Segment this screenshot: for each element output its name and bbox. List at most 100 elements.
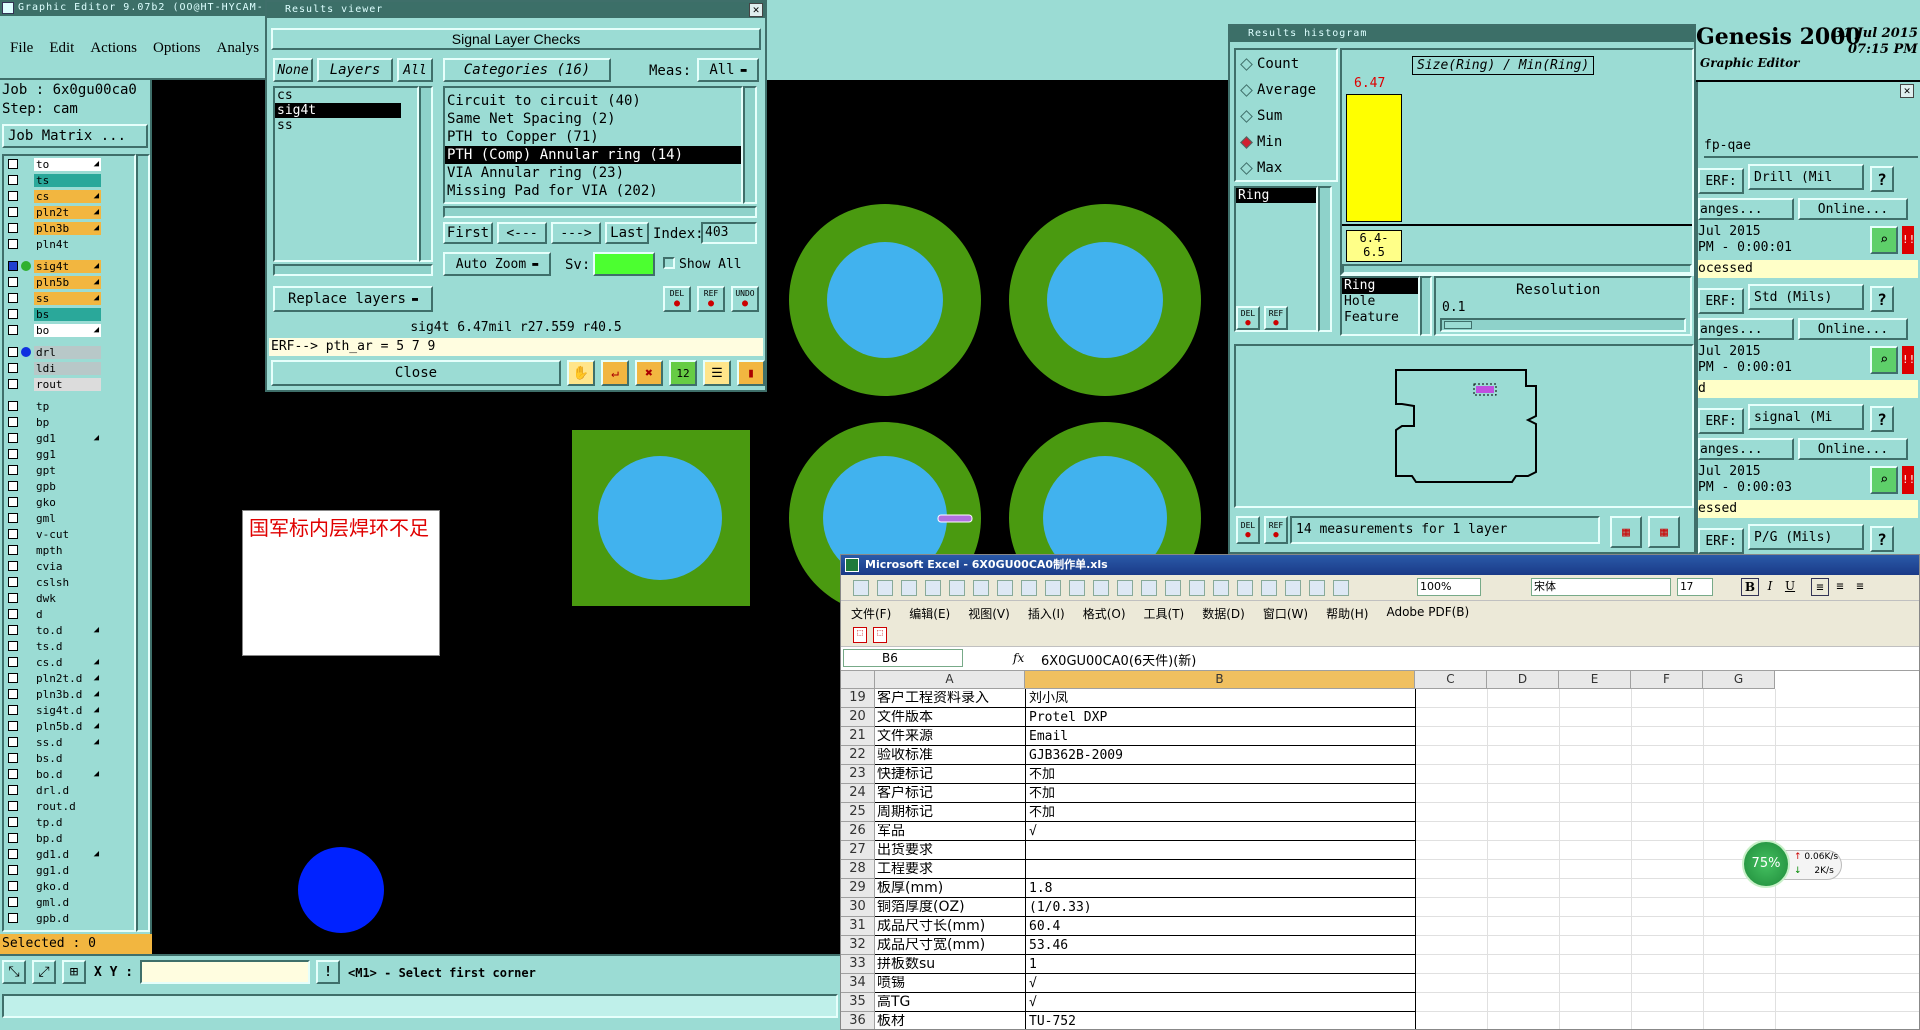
excel-menu-item[interactable]: 视图(V) bbox=[968, 605, 1010, 622]
row-header[interactable]: 23 bbox=[841, 765, 875, 784]
category-list[interactable]: Circuit to circuit (40) Same Net Spacing … bbox=[443, 86, 743, 204]
hand-icon[interactable]: ✋ bbox=[567, 360, 595, 386]
cell-b[interactable]: √ bbox=[1029, 824, 1409, 839]
align-right-icon[interactable]: ≡ bbox=[1851, 578, 1869, 596]
category-item[interactable]: VIA Annular ring (23) bbox=[445, 164, 741, 182]
excel-menu-item[interactable]: 帮助(H) bbox=[1326, 605, 1368, 622]
meas-dropdown[interactable]: All ▬ bbox=[697, 58, 759, 82]
layer-result-hscrollbar[interactable] bbox=[273, 264, 433, 276]
option-count[interactable]: Count bbox=[1240, 56, 1299, 72]
cut-icon[interactable] bbox=[1069, 580, 1085, 596]
help-icon[interactable]: ? bbox=[1870, 166, 1894, 192]
erf-dropdown[interactable]: Drill (Mil bbox=[1748, 164, 1864, 190]
hyperlink-icon[interactable] bbox=[1213, 580, 1229, 596]
fp-close-icon[interactable]: ✕ bbox=[1900, 84, 1914, 98]
option-sum[interactable]: Sum bbox=[1240, 108, 1282, 124]
cell-b[interactable]: Email bbox=[1029, 729, 1409, 744]
column-header[interactable]: B bbox=[1025, 671, 1415, 689]
option-min[interactable]: Min bbox=[1240, 134, 1282, 150]
cell-a[interactable]: 成品尺寸宽(mm) bbox=[877, 938, 1023, 953]
excel-menu-item[interactable]: 编辑(E) bbox=[909, 605, 950, 622]
cell-b[interactable]: TU-752 bbox=[1029, 1014, 1409, 1029]
option-max[interactable]: Max bbox=[1240, 160, 1282, 176]
align-left-icon[interactable]: ≡ bbox=[1811, 578, 1829, 596]
ref-button[interactable]: REF ● bbox=[697, 286, 725, 312]
excel-menu-item[interactable]: 数据(D) bbox=[1202, 605, 1245, 622]
cell-a[interactable]: 工程要求 bbox=[877, 862, 1023, 877]
category-item[interactable]: Missing Pad for VIA (202) bbox=[445, 182, 741, 200]
help-icon[interactable]: ? bbox=[1870, 406, 1894, 432]
type-list-scrollbar[interactable] bbox=[1420, 276, 1432, 336]
categories-button[interactable]: Categories (16) bbox=[443, 58, 611, 82]
open-icon[interactable] bbox=[877, 580, 893, 596]
cell-b[interactable]: (1/0.33) bbox=[1029, 900, 1409, 915]
zoom-icon[interactable]: ⌕ bbox=[1870, 346, 1898, 374]
row-header[interactable]: 27 bbox=[841, 841, 875, 860]
format-painter-icon[interactable] bbox=[1141, 580, 1157, 596]
research-icon[interactable] bbox=[1045, 580, 1061, 596]
histogram-item-scrollbar[interactable] bbox=[1318, 186, 1332, 332]
row-header[interactable]: 22 bbox=[841, 746, 875, 765]
cell-a[interactable]: 铜箔厚度(OZ) bbox=[877, 900, 1023, 915]
row-header[interactable]: 24 bbox=[841, 784, 875, 803]
row-header[interactable]: 34 bbox=[841, 974, 875, 993]
hist-del-button-2[interactable]: DEL ● bbox=[1236, 516, 1260, 544]
pdf-icon[interactable]: ⬚ bbox=[853, 627, 867, 643]
permission-icon[interactable] bbox=[925, 580, 941, 596]
layer-result-item[interactable]: ss bbox=[275, 118, 401, 133]
excel-menu-item[interactable]: 格式(O) bbox=[1083, 605, 1126, 622]
select-all-corner[interactable] bbox=[841, 671, 875, 689]
row-header[interactable]: 32 bbox=[841, 936, 875, 955]
cell-a[interactable]: 军品 bbox=[877, 824, 1023, 839]
layers-button[interactable]: Layers bbox=[317, 58, 393, 82]
save-icon[interactable] bbox=[901, 580, 917, 596]
help-icon[interactable]: ? bbox=[1870, 286, 1894, 312]
copy-icon[interactable] bbox=[1093, 580, 1109, 596]
all-button[interactable]: All bbox=[397, 58, 433, 82]
ranges-button[interactable]: anges... bbox=[1698, 438, 1794, 460]
chart-icon-2[interactable]: ▦ bbox=[1648, 516, 1680, 548]
prev-button[interactable]: <--- bbox=[497, 222, 547, 244]
close-icon[interactable]: ✕ bbox=[749, 3, 763, 17]
zoom-icon[interactable]: ⌕ bbox=[1870, 466, 1898, 494]
row-header[interactable]: 31 bbox=[841, 917, 875, 936]
row-header[interactable]: 28 bbox=[841, 860, 875, 879]
undo-icon[interactable] bbox=[1165, 580, 1181, 596]
close-button[interactable]: Close bbox=[271, 360, 561, 386]
none-button[interactable]: None bbox=[273, 58, 313, 82]
category-hscrollbar[interactable] bbox=[443, 206, 757, 218]
column-header[interactable]: A bbox=[875, 671, 1025, 689]
name-box[interactable]: B6 bbox=[843, 649, 963, 667]
net-widget[interactable]: 75% ↑ 0.06K/s ↓ 2K/s bbox=[1742, 840, 1846, 890]
zoom-icon[interactable]: ⌕ bbox=[1870, 226, 1898, 254]
pdf-create-icon[interactable]: ⬚ bbox=[873, 627, 887, 643]
email-icon[interactable] bbox=[949, 580, 965, 596]
align-center-icon[interactable]: ≡ bbox=[1831, 578, 1849, 596]
category-item[interactable]: PTH (Comp) Annular ring (14) bbox=[445, 146, 741, 164]
histogram-hscrollbar[interactable] bbox=[1342, 264, 1692, 274]
next-button[interactable]: ---> bbox=[551, 222, 601, 244]
cell-b[interactable]: 刘小凤 bbox=[1029, 691, 1409, 706]
cell-a[interactable]: 出货要求 bbox=[877, 843, 1023, 858]
cell-b[interactable]: 1 bbox=[1029, 957, 1409, 972]
category-item[interactable]: Same Net Spacing (2) bbox=[445, 110, 741, 128]
back-icon[interactable]: ↵ bbox=[601, 360, 629, 386]
drawing-icon[interactable] bbox=[1333, 580, 1349, 596]
cell-b[interactable]: 不加 bbox=[1029, 786, 1409, 801]
chart-wizard-icon[interactable] bbox=[1309, 580, 1325, 596]
row-header[interactable]: 35 bbox=[841, 993, 875, 1012]
column-header[interactable]: C bbox=[1415, 671, 1487, 689]
row-header[interactable]: 26 bbox=[841, 822, 875, 841]
layer-result-list[interactable]: cs sig4t ss bbox=[273, 86, 419, 262]
row-header[interactable]: 20 bbox=[841, 708, 875, 727]
ranges-button[interactable]: anges... bbox=[1698, 318, 1794, 340]
cell-a[interactable]: 客户工程资料录入 bbox=[877, 691, 1023, 706]
hist-del-button[interactable]: DEL ● bbox=[1236, 306, 1260, 330]
autosum-icon[interactable] bbox=[1237, 580, 1253, 596]
fx-icon[interactable]: fx bbox=[1013, 651, 1024, 665]
excel-menu-item[interactable]: 窗口(W) bbox=[1263, 605, 1308, 622]
cell-a[interactable]: 客户标记 bbox=[877, 786, 1023, 801]
excel-menu-item[interactable]: 文件(F) bbox=[851, 605, 891, 622]
undo-button[interactable]: UNDO ● bbox=[731, 286, 759, 312]
cell-b[interactable]: √ bbox=[1029, 976, 1409, 991]
